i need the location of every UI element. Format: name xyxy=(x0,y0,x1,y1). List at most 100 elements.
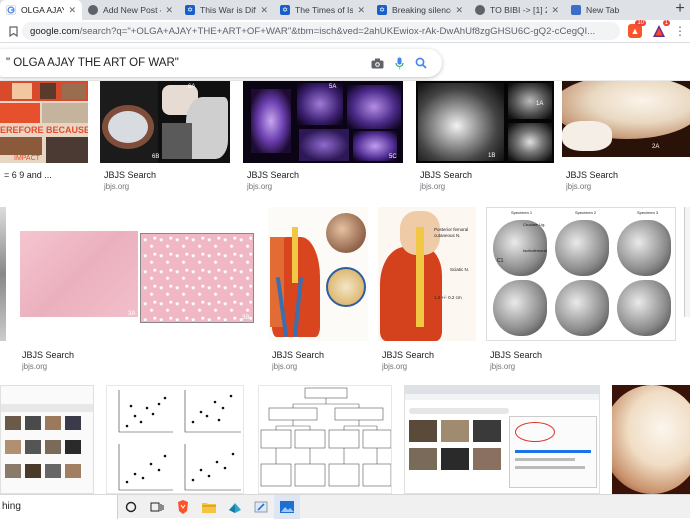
tab-new-tab[interactable]: New Tab xyxy=(565,0,657,20)
result-domain[interactable]: jbjs.org xyxy=(272,362,297,371)
file-explorer-icon[interactable] xyxy=(196,495,222,519)
result-domain[interactable]: jbjs.org xyxy=(22,362,47,371)
result-domain[interactable]: jbjs.org xyxy=(382,362,407,371)
image-result[interactable] xyxy=(404,385,602,494)
windows-taskbar: hing xyxy=(0,494,690,519)
image-result[interactable] xyxy=(258,385,394,494)
result-caption[interactable]: JBJS Search xyxy=(420,170,472,180)
result-thumbnail[interactable] xyxy=(268,207,368,341)
tab-breaking-silence[interactable]: ✡ Breaking silence, Ben ✕ xyxy=(371,0,469,20)
image-result[interactable]: EREFORE BECAUSE IMPACT = 6 9 and ... xyxy=(0,81,90,181)
image-result[interactable]: 5A 5C JBJS Search jbjs.org xyxy=(243,81,405,194)
result-thumbnail[interactable]: Posterior femoral cutaneous N. Sciatic N… xyxy=(378,207,476,341)
tab-add-new-post[interactable]: Add New Post ‹ In(2) ✕ xyxy=(82,0,179,20)
tab-close-icon[interactable]: ✕ xyxy=(68,5,76,16)
photos-icon[interactable] xyxy=(274,494,300,519)
result-caption[interactable]: = 6 9 and ... xyxy=(4,170,88,180)
brave-browser-icon[interactable] xyxy=(170,495,196,519)
image-result[interactable]: JBJS Search jbjs.org xyxy=(268,207,370,372)
figure-label: 1B xyxy=(488,153,496,159)
tab-google-search[interactable]: OLGA AJAY TH ✕ xyxy=(0,0,82,20)
tab-title: The Times of Israel | xyxy=(295,5,354,15)
image-result[interactable]: 3A 3B JBJS Search jbjs.org xyxy=(18,207,258,372)
tab-times-of-israel[interactable]: ✡ The Times of Israel | ✕ xyxy=(274,0,371,20)
therefore-label: EREFORE xyxy=(0,125,44,135)
image-result[interactable]: Specimen 1 Specimen 2 Specimen 3 Cruciat… xyxy=(486,207,682,372)
specimen-label: Specimen 3 xyxy=(637,210,659,215)
newtab-icon xyxy=(571,5,581,15)
c1-label: C1 xyxy=(497,258,504,264)
tab-title: TO BIBI -> [1] 200 M xyxy=(490,5,548,15)
result-thumbnail[interactable]: 6A 6B xyxy=(100,81,230,163)
image-result[interactable]: 2A JBJS Search jbjs.org xyxy=(562,81,690,194)
result-thumbnail[interactable]: 2A xyxy=(562,81,690,157)
result-caption[interactable]: JBJS Search xyxy=(272,350,324,360)
result-thumbnail[interactable]: EREFORE BECAUSE IMPACT xyxy=(0,81,88,163)
result-thumbnail[interactable] xyxy=(612,385,690,494)
result-thumbnail[interactable]: Specimen 1 Specimen 2 Specimen 3 Cruciat… xyxy=(486,207,676,341)
tab-close-icon[interactable]: ✕ xyxy=(551,5,559,16)
result-thumbnail[interactable] xyxy=(404,385,600,494)
result-domain[interactable]: jbjs.org xyxy=(566,182,591,191)
result-domain[interactable]: jbjs.org xyxy=(420,182,445,191)
address-bar[interactable]: google.com/search?q="+OLGA+AJAY+THE+ART+… xyxy=(22,22,620,40)
bookmark-icon[interactable] xyxy=(4,22,22,40)
microphone-icon[interactable] xyxy=(388,52,410,74)
result-thumbnail[interactable] xyxy=(106,385,244,494)
result-thumbnail[interactable]: 1A 1B xyxy=(416,81,554,163)
image-result[interactable] xyxy=(0,207,6,344)
result-thumbnail[interactable]: 3A 3B xyxy=(18,207,256,341)
result-thumbnail[interactable]: 5A 5C xyxy=(243,81,403,163)
result-thumbnail[interactable] xyxy=(0,207,6,341)
image-result[interactable] xyxy=(612,385,690,494)
paint-icon[interactable] xyxy=(248,495,274,519)
result-caption[interactable]: JBJS Search xyxy=(490,350,542,360)
result-caption[interactable]: JBJS Search xyxy=(247,170,299,180)
app-icon[interactable] xyxy=(222,495,248,519)
tab-close-icon[interactable]: ✕ xyxy=(357,5,365,16)
result-thumbnail[interactable] xyxy=(258,385,392,494)
image-result[interactable]: 1A 1B JBJS Search jbjs.org xyxy=(416,81,556,194)
sciatic-label: Sciatic N. xyxy=(450,267,470,272)
brave-rewards-icon[interactable]: 1 xyxy=(652,20,670,38)
cortana-icon[interactable] xyxy=(118,495,144,519)
tab-this-war[interactable]: ✡ This War is Differ ✕ xyxy=(179,0,274,20)
image-result[interactable]: 6A 6B JBJS Search jbjs.org xyxy=(100,81,232,194)
result-domain[interactable]: jbjs.org xyxy=(490,362,515,371)
result-thumbnail[interactable] xyxy=(0,385,94,494)
camera-icon[interactable] xyxy=(366,52,388,74)
search-input[interactable]: " OLGA AJAY THE ART OF WAR" xyxy=(6,57,366,69)
search-box[interactable]: " OLGA AJAY THE ART OF WAR" xyxy=(0,49,442,77)
result-domain[interactable]: jbjs.org xyxy=(247,182,272,191)
alert-badge: 1 xyxy=(662,20,670,26)
image-result[interactable] xyxy=(684,207,690,344)
tab-close-icon[interactable]: ✕ xyxy=(455,5,463,16)
tab-close-icon[interactable]: ✕ xyxy=(165,5,173,16)
image-result[interactable] xyxy=(106,385,246,494)
image-result[interactable]: Posterior femoral cutaneous N. Sciatic N… xyxy=(378,207,478,372)
result-caption[interactable]: JBJS Search xyxy=(382,350,434,360)
result-thumbnail[interactable] xyxy=(684,207,690,317)
result-domain[interactable]: jbjs.org xyxy=(104,182,129,191)
search-icon[interactable] xyxy=(410,52,432,74)
figure-label: 1A xyxy=(536,101,544,107)
result-caption[interactable]: JBJS Search xyxy=(104,170,156,180)
browser-menu-icon[interactable]: ⋮ xyxy=(674,24,686,38)
task-view-icon[interactable] xyxy=(144,495,170,519)
tab-close-icon[interactable]: ✕ xyxy=(260,5,268,16)
result-caption[interactable]: JBJS Search xyxy=(22,350,74,360)
globe-icon xyxy=(475,5,485,15)
tab-strip: OLGA AJAY TH ✕ Add New Post ‹ In(2) ✕ ✡ … xyxy=(0,0,690,20)
brave-shields-icon[interactable]: ▲ 10 xyxy=(628,20,646,38)
tab-to-bibi[interactable]: TO BIBI -> [1] 200 M ✕ xyxy=(469,0,565,20)
figure-label: 3B xyxy=(242,315,250,321)
new-tab-button[interactable]: + xyxy=(670,0,690,20)
taskbar-search-box[interactable]: hing xyxy=(0,494,118,519)
distance-label: 1.2 +/- 0.2 cm xyxy=(434,295,462,300)
flowchart-thumbnail xyxy=(260,387,391,487)
result-caption[interactable]: JBJS Search xyxy=(566,170,618,180)
image-result[interactable] xyxy=(0,385,96,494)
tab-title: New Tab xyxy=(586,5,620,15)
because-label: BECAUSE xyxy=(46,125,88,135)
specimen-label: Specimen 1 xyxy=(511,210,533,215)
